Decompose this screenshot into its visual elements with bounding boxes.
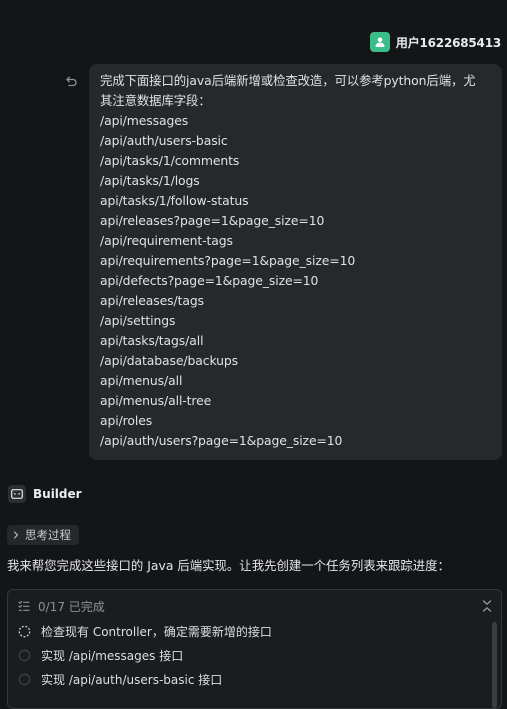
assistant-name: Builder	[33, 487, 82, 501]
user-avatar-icon	[369, 32, 390, 52]
thinking-label: 思考过程	[25, 528, 71, 542]
task-progress: 0/17 已完成	[38, 599, 105, 614]
task-label: 实现 /api/auth/users-basic 接口	[41, 672, 223, 687]
user-name: 用户1622685413	[395, 35, 501, 50]
message-line: api/roles	[100, 413, 153, 428]
pending-circle-icon	[18, 673, 31, 685]
message-line: 完成下面接口的java后端新增或检查改造，可以参考python后端，尤	[100, 73, 476, 88]
user-header: 用户1622685413	[369, 32, 501, 52]
task-header: 0/17 已完成	[18, 598, 105, 614]
task-item[interactable]: 实现 /api/auth/users-basic 接口	[18, 670, 222, 688]
message-line: /api/messages	[100, 113, 189, 128]
user-message-bubble: 完成下面接口的java后端新增或检查改造，可以参考python后端，尤 其注意数…	[89, 64, 502, 460]
message-line: api/releases/tags	[100, 293, 204, 308]
task-list-panel: 0/17 已完成 检查现有 Controller，确定需要新增的接口 实现 /a…	[7, 589, 502, 709]
task-item[interactable]: 实现 /api/messages 接口	[18, 646, 183, 664]
message-line: api/defects?page=1&page_size=10	[100, 273, 319, 288]
message-line: /api/requirement-tags	[100, 233, 233, 248]
message-line: /api/auth/users?page=1&page_size=10	[100, 433, 343, 448]
task-label: 检查现有 Controller，确定需要新增的接口	[41, 624, 272, 639]
chevron-right-icon	[13, 531, 19, 539]
message-line: api/tasks/1/follow-status	[100, 193, 249, 208]
message-line: api/requirements?page=1&page_size=10	[100, 253, 356, 268]
builder-icon	[8, 485, 26, 503]
collapse-icon[interactable]	[481, 598, 493, 612]
message-line: /api/auth/users-basic	[100, 133, 228, 148]
scrollbar[interactable]	[492, 622, 497, 708]
in-progress-icon	[18, 625, 31, 637]
message-line: /api/settings	[100, 313, 176, 328]
pending-circle-icon	[18, 649, 31, 661]
message-line: api/tasks/tags/all	[100, 333, 204, 348]
assistant-header: Builder	[8, 485, 82, 503]
task-label: 实现 /api/messages 接口	[41, 648, 184, 663]
undo-icon[interactable]	[64, 74, 78, 88]
thinking-process-toggle[interactable]: 思考过程	[7, 525, 79, 545]
message-line: 其注意数据库字段：	[100, 93, 211, 108]
task-item[interactable]: 检查现有 Controller，确定需要新增的接口	[18, 622, 272, 640]
message-line: api/menus/all	[100, 373, 183, 388]
assistant-intro: 我来帮您完成这些接口的 Java 后端实现。让我先创建一个任务列表来跟踪进度：	[7, 558, 450, 573]
checklist-icon	[18, 600, 30, 611]
message-line: api/menus/all-tree	[100, 393, 212, 408]
message-line: api/releases?page=1&page_size=10	[100, 213, 325, 228]
message-line: /api/database/backups	[100, 353, 239, 368]
message-line: /api/tasks/1/logs	[100, 173, 200, 188]
message-line: /api/tasks/1/comments	[100, 153, 240, 168]
